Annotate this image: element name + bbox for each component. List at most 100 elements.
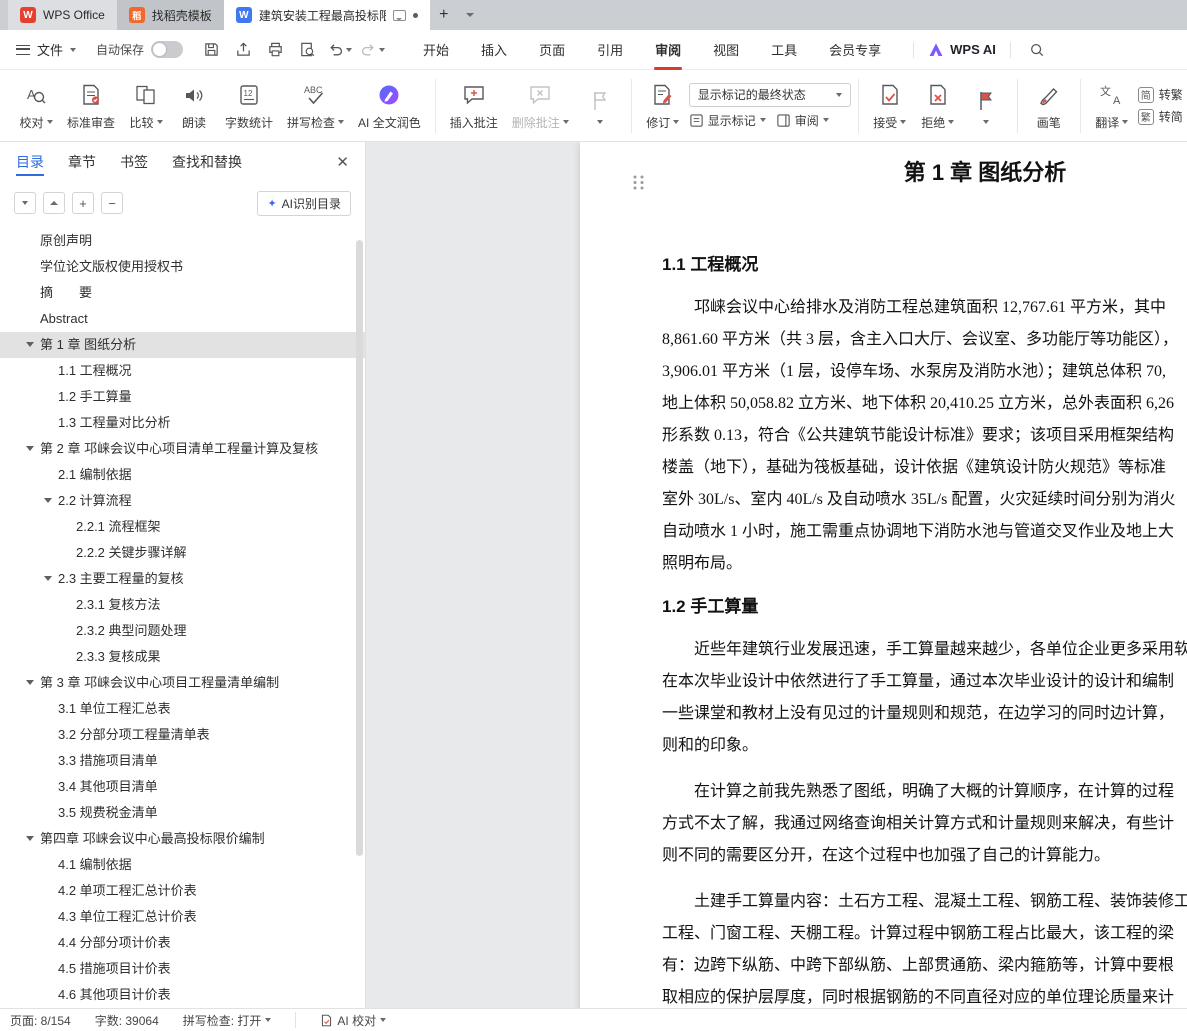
tab-tools[interactable]: 工具 (755, 30, 813, 70)
print-button[interactable] (263, 38, 287, 62)
to-traditional-button[interactable]: 简 转繁 (1138, 86, 1183, 103)
toc-item[interactable]: 4.3 单位工程汇总计价表 (0, 904, 365, 930)
to-simplified-button[interactable]: 繁 转简 (1138, 108, 1183, 125)
triangle-down-icon[interactable] (26, 680, 34, 685)
drag-handle-icon[interactable] (632, 174, 645, 191)
expand-all-button[interactable]: + (72, 192, 94, 214)
wps-window: W WPS Office 稻 找稻壳模板 W 建筑安装工程最高投标限价编 + 文… (0, 0, 1187, 1031)
ai-proofread-button[interactable]: AI 校对 (320, 1012, 386, 1029)
tab-active-document[interactable]: W 建筑安装工程最高投标限价编 (224, 0, 430, 30)
export-button[interactable] (231, 38, 255, 62)
toc-item[interactable]: 2.3.3 复核成果 (0, 644, 365, 670)
markup-state-dropdown[interactable]: 显示标记的最终状态 (689, 83, 851, 107)
toc-item[interactable]: 3.5 规费税金清单 (0, 800, 365, 826)
tab-wps-office[interactable]: W WPS Office (8, 0, 117, 30)
toc-item[interactable]: 2.2.1 流程框架 (0, 514, 365, 540)
sidebar-scrollbar[interactable] (356, 240, 363, 856)
comment-flag-button[interactable] (576, 74, 624, 138)
toc-item[interactable]: 3.3 措施项目清单 (0, 748, 365, 774)
toc-item[interactable]: 4.4 分部分项计价表 (0, 930, 365, 956)
toc-item[interactable]: 2.3 主要工程量的复核 (0, 566, 365, 592)
toc-item[interactable]: 摘 要 (0, 280, 365, 306)
wps-ai-button[interactable]: WPS AI (928, 42, 996, 58)
accept-button[interactable]: 接受 (866, 74, 914, 138)
triangle-down-icon[interactable] (26, 446, 34, 451)
sidebar-tab-bookmarks[interactable]: 书签 (120, 142, 148, 182)
ai-recognize-toc-button[interactable]: ✦ AI识别目录 (257, 191, 351, 216)
toc-item[interactable]: 1.2 手工算量 (0, 384, 365, 410)
toc-item[interactable]: 1.1 工程概况 (0, 358, 365, 384)
toc-item[interactable]: 4.6 其他项目计价表 (0, 982, 365, 1008)
tab-review[interactable]: 审阅 (639, 30, 697, 70)
compare-button[interactable]: 比较 (122, 74, 170, 138)
standard-review-button[interactable]: 标准审查 (60, 74, 122, 138)
toc-item[interactable]: 4.1 编制依据 (0, 852, 365, 878)
close-icon[interactable]: ✕ (336, 153, 349, 171)
collapse-levels-button[interactable] (43, 192, 65, 214)
undo-button[interactable] (327, 38, 352, 62)
toc-item[interactable]: 2.3.1 复核方法 (0, 592, 365, 618)
save-button[interactable] (199, 38, 223, 62)
toc-item[interactable]: 4.5 措施项目计价表 (0, 956, 365, 982)
triangle-down-icon[interactable] (26, 342, 34, 347)
sidebar-tab-find-replace[interactable]: 查找和替换 (172, 142, 242, 182)
review-pane-button[interactable]: 审阅 (776, 112, 829, 129)
chevron-down-icon (948, 120, 954, 124)
toc-item[interactable]: 2.2 计算流程 (0, 488, 365, 514)
sidebar-tab-chapters[interactable]: 章节 (68, 142, 96, 182)
tab-reference[interactable]: 引用 (581, 30, 639, 70)
tab-home[interactable]: 开始 (407, 30, 465, 70)
word-count-indicator[interactable]: 字数: 39064 (95, 1012, 159, 1029)
proofread-button[interactable]: A 校对 (12, 74, 60, 138)
navigate-flag-button[interactable] (962, 74, 1010, 138)
expand-levels-button[interactable] (14, 192, 36, 214)
search-button[interactable] (1025, 38, 1049, 62)
divider (913, 42, 914, 58)
triangle-down-icon[interactable] (44, 498, 52, 503)
word-count-button[interactable]: 12 字数统计 (218, 74, 280, 138)
tab-insert[interactable]: 插入 (465, 30, 523, 70)
tab-page[interactable]: 页面 (523, 30, 581, 70)
file-menu-button[interactable]: 文件 (12, 40, 80, 59)
sidebar-tab-toc[interactable]: 目录 (16, 142, 44, 182)
delete-comment-button[interactable]: 删除批注 (505, 74, 576, 138)
triangle-down-icon[interactable] (26, 836, 34, 841)
insert-comment-button[interactable]: 插入批注 (443, 74, 505, 138)
ai-polish-button[interactable]: AI 全文润色 (351, 74, 428, 138)
ink-brush-button[interactable]: 画笔 (1025, 74, 1073, 138)
tab-member[interactable]: 会员专享 (813, 30, 897, 70)
toc-item[interactable]: 3.4 其他项目清单 (0, 774, 365, 800)
read-aloud-button[interactable]: 朗读 (170, 74, 218, 138)
toc-item[interactable]: 3.1 单位工程汇总表 (0, 696, 365, 722)
redo-button[interactable] (360, 38, 385, 62)
collapse-all-button[interactable]: − (101, 192, 123, 214)
triangle-down-icon[interactable] (44, 576, 52, 581)
show-markup-button[interactable]: 显示标记 (689, 112, 766, 129)
translate-button[interactable]: 文A 翻译 (1088, 74, 1136, 138)
toc-item[interactable]: 2.1 编制依据 (0, 462, 365, 488)
reject-button[interactable]: 拒绝 (914, 74, 962, 138)
new-tab-button[interactable]: + (430, 0, 458, 30)
toc-item[interactable]: 3.2 分部分项工程量清单表 (0, 722, 365, 748)
toc-item[interactable]: 2.3.2 典型问题处理 (0, 618, 365, 644)
toc-item-selected[interactable]: 第 1 章 图纸分析 (0, 332, 365, 358)
toc-item[interactable]: 原创声明 (0, 228, 365, 254)
spell-check-status[interactable]: 拼写检查: 打开 (183, 1012, 272, 1029)
toc-item[interactable]: Abstract (0, 306, 365, 332)
tab-view[interactable]: 视图 (697, 30, 755, 70)
toc-item[interactable]: 4.2 单项工程汇总计价表 (0, 878, 365, 904)
tab-list-dropdown[interactable] (458, 0, 482, 30)
toc-item[interactable]: 第四章 邛崃会议中心最高投标限价编制 (0, 826, 365, 852)
toc-item[interactable]: 第 2 章 邛崃会议中心项目清单工程量计算及复核 (0, 436, 365, 462)
print-preview-button[interactable] (295, 38, 319, 62)
document-page[interactable]: 第 1 章 图纸分析 1.1 工程概况 邛崃会议中心给排水及消防工程总建筑面积 … (580, 142, 1187, 1008)
autosave-toggle[interactable] (151, 41, 183, 58)
toc-item[interactable]: 1.3 工程量对比分析 (0, 410, 365, 436)
toc-item[interactable]: 学位论文版权使用授权书 (0, 254, 365, 280)
spell-check-button[interactable]: ABC 拼写检查 (280, 74, 351, 138)
delete-comment-label: 删除批注 (512, 114, 560, 131)
toc-item[interactable]: 2.2.2 关键步骤详解 (0, 540, 365, 566)
toc-item[interactable]: 第 3 章 邛崃会议中心项目工程量清单编制 (0, 670, 365, 696)
tab-docer-templates[interactable]: 稻 找稻壳模板 (117, 0, 224, 30)
track-changes-button[interactable]: 修订 (639, 74, 687, 138)
